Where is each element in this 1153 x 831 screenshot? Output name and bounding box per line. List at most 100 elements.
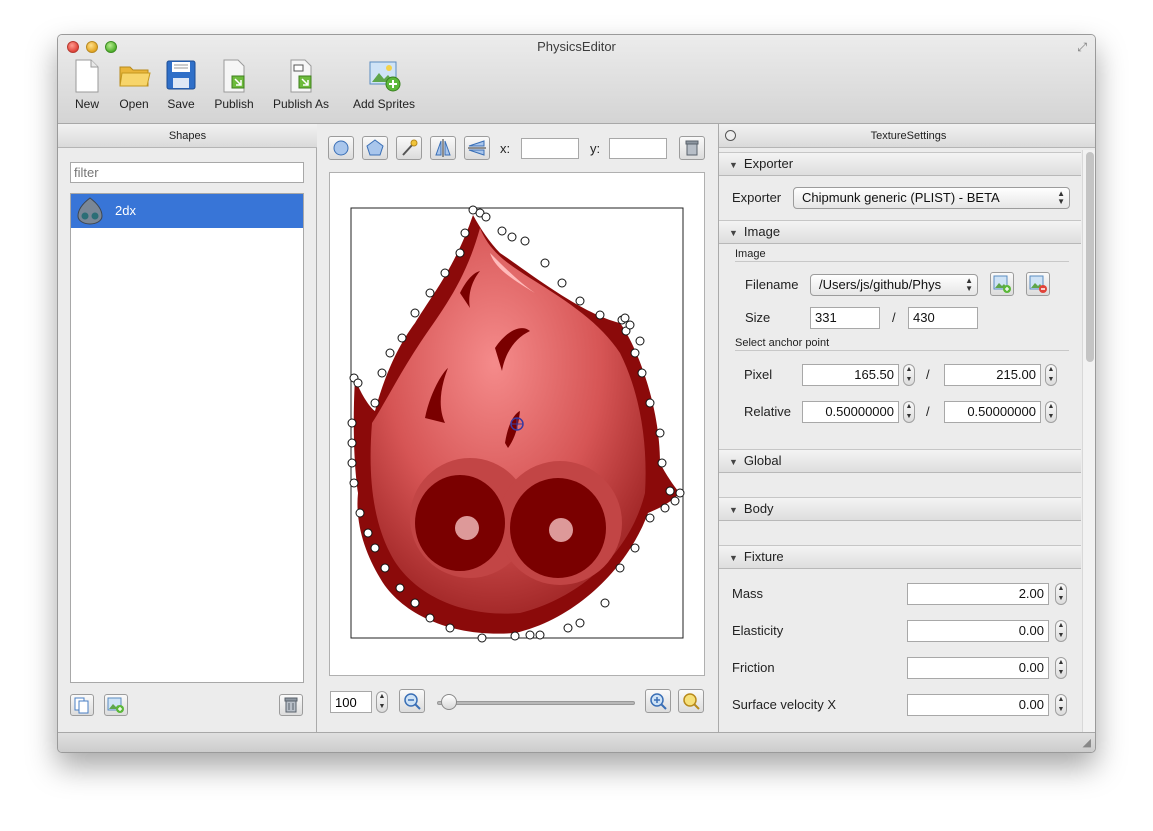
status-bar: ◢: [58, 732, 1095, 752]
elasticity-label: Elasticity: [732, 623, 784, 638]
y-coordinate-input[interactable]: [609, 138, 667, 159]
filter-input[interactable]: [70, 162, 304, 183]
pixel-y-stepper[interactable]: ▲ ▼: [1045, 364, 1057, 386]
friction-input[interactable]: 0.00: [907, 657, 1049, 679]
publish-as-button[interactable]: Publish As: [271, 59, 331, 111]
publish-label: Publish: [214, 97, 254, 111]
surface-velocity-x-input[interactable]: 0.00: [907, 694, 1049, 716]
flip-vertical-button[interactable]: [464, 136, 490, 160]
magic-wand-button[interactable]: [396, 136, 422, 160]
filename-value: /Users/js/github/Phys: [819, 277, 942, 292]
trash-icon: [284, 697, 298, 713]
polygon-icon: [366, 139, 384, 156]
publish-as-icon: [285, 59, 317, 93]
body-section-header[interactable]: ▼ Body: [719, 497, 1081, 521]
size-width-field: 331: [810, 307, 880, 329]
flip-horizontal-button[interactable]: [430, 136, 456, 160]
circle-tool-button[interactable]: [328, 136, 354, 160]
delete-vertex-button[interactable]: [679, 136, 705, 160]
divider: [735, 350, 1069, 351]
save-button[interactable]: Save: [164, 59, 198, 111]
x-label: x:: [500, 141, 511, 156]
pixel-x-stepper[interactable]: ▲ ▼: [903, 364, 915, 386]
image-section-header[interactable]: ▼ Image: [719, 220, 1081, 244]
resize-grip-icon[interactable]: ◢: [1083, 736, 1091, 749]
expanded-triangle-icon: ▼: [729, 553, 738, 563]
choose-image-button[interactable]: [990, 272, 1014, 296]
remove-image-icon: [1029, 275, 1047, 293]
global-section-label: Global: [743, 453, 782, 468]
zoom-slider-track[interactable]: [437, 701, 635, 705]
surface-velocity-x-stepper[interactable]: ▲ ▼: [1055, 694, 1067, 716]
settings-scrollbar[interactable]: [1082, 150, 1095, 732]
publish-button[interactable]: Publish: [212, 59, 256, 111]
shape-list[interactable]: 2dx: [70, 193, 304, 683]
trash-icon: [685, 140, 699, 156]
open-button[interactable]: Open: [116, 59, 152, 111]
pixel-label: Pixel: [744, 367, 773, 382]
zoom-in-icon: [650, 693, 667, 710]
detach-panel-icon[interactable]: [725, 130, 736, 141]
zoom-stepper[interactable]: ▲ ▼: [376, 691, 388, 713]
zoom-fit-icon: [683, 693, 700, 710]
flip-vertical-icon: [468, 140, 486, 156]
exporter-section-header[interactable]: ▼ Exporter: [719, 152, 1081, 176]
delete-shape-button[interactable]: [279, 694, 303, 716]
save-label: Save: [167, 97, 195, 111]
relative-y-stepper[interactable]: ▲ ▼: [1045, 401, 1057, 423]
relative-y-input[interactable]: 0.50000000: [944, 401, 1041, 423]
relative-x-stepper[interactable]: ▲ ▼: [903, 401, 915, 423]
x-coordinate-input[interactable]: [521, 138, 579, 159]
zoom-out-icon: [404, 693, 421, 710]
remove-image-button[interactable]: [1026, 272, 1050, 296]
scrollbar-thumb[interactable]: [1086, 152, 1094, 362]
shapes-panel-title: Shapes: [58, 124, 317, 148]
add-image-icon: [107, 697, 124, 713]
friction-stepper[interactable]: ▲ ▼: [1055, 657, 1067, 679]
fullscreen-icon[interactable]: ⤢: [1077, 40, 1087, 55]
mass-input[interactable]: 2.00: [907, 583, 1049, 605]
image-section-label: Image: [743, 224, 781, 239]
y-label: y:: [590, 141, 601, 156]
fixture-section-header[interactable]: ▼ Fixture: [719, 545, 1081, 569]
surface-velocity-x-label: Surface velocity X: [732, 697, 837, 712]
zoom-slider-handle[interactable]: [441, 694, 457, 710]
filename-label: Filename: [745, 277, 799, 292]
publish-as-label: Publish As: [272, 97, 330, 111]
new-button[interactable]: New: [70, 59, 104, 111]
exporter-select[interactable]: Chipmunk generic (PLIST) - BETA ▲ ▼: [793, 187, 1070, 209]
mass-stepper[interactable]: ▲ ▼: [1055, 583, 1067, 605]
pixel-x-input[interactable]: 165.50: [802, 364, 899, 386]
relative-x-input[interactable]: 0.50000000: [802, 401, 899, 423]
folder-icon: [118, 59, 151, 91]
elasticity-stepper[interactable]: ▲ ▼: [1055, 620, 1067, 642]
exporter-select-value: Chipmunk generic (PLIST) - BETA: [802, 190, 1000, 205]
zoom-out-button[interactable]: [399, 689, 425, 713]
pixel-y-input[interactable]: 215.00: [944, 364, 1041, 386]
anchor-point-icon[interactable]: [510, 417, 524, 431]
list-item[interactable]: 2dx: [71, 194, 303, 228]
add-shape-button[interactable]: [104, 694, 128, 716]
expanded-triangle-icon: ▼: [729, 505, 738, 515]
expanded-triangle-icon: ▼: [729, 160, 738, 170]
anchor-point-sublabel: Select anchor point: [735, 337, 830, 349]
window-title: PhysicsEditor: [537, 39, 616, 54]
duplicate-icon: [74, 697, 89, 714]
zoom-input[interactable]: [330, 691, 372, 713]
elasticity-input[interactable]: 0.00: [907, 620, 1049, 642]
duplicate-shape-button[interactable]: [70, 694, 94, 716]
app-window: PhysicsEditor ⤢ New Open Save Publish Pu…: [57, 34, 1096, 753]
filename-select[interactable]: /Users/js/github/Phys ▲ ▼: [810, 274, 978, 296]
new-document-icon: [71, 59, 103, 93]
zoom-fit-button[interactable]: [678, 689, 704, 713]
shape-thumbnail-icon: [75, 197, 105, 225]
add-sprites-button[interactable]: Add Sprites: [352, 59, 416, 111]
global-section-header[interactable]: ▼ Global: [719, 449, 1081, 473]
sprite-canvas[interactable]: [329, 172, 705, 676]
shape-editor: x: y: 100 ▲ ▼: [317, 124, 718, 732]
friction-label: Friction: [732, 660, 775, 675]
polygon-tool-button[interactable]: [362, 136, 388, 160]
zoom-in-button[interactable]: [645, 689, 671, 713]
sprite-drawing: [347, 205, 685, 643]
exporter-label: Exporter: [732, 190, 782, 205]
